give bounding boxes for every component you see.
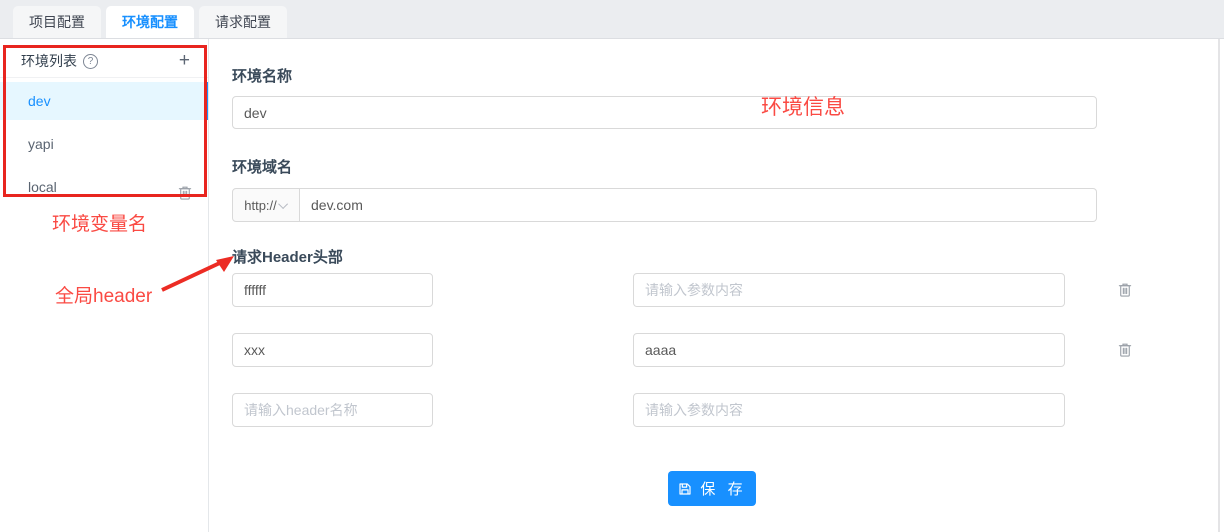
save-button-label: 保 存: [700, 478, 746, 499]
save-icon: [677, 481, 693, 497]
header-row: [210, 333, 1224, 367]
scrollbar[interactable]: [1218, 39, 1220, 532]
env-domain-group: http://: [232, 188, 1097, 222]
env-domain-input[interactable]: [300, 188, 1097, 222]
header-value-input[interactable]: [633, 333, 1065, 367]
add-environment-icon[interactable]: +: [179, 52, 190, 70]
header-row: [210, 273, 1224, 307]
env-item-label: yapi: [28, 125, 194, 163]
delete-header-row-icon[interactable]: [1116, 341, 1134, 359]
env-item-dev[interactable]: dev: [0, 82, 208, 120]
env-item-label: dev: [28, 82, 191, 120]
tab-request-config[interactable]: 请求配置: [199, 6, 287, 38]
header-row: [210, 393, 1224, 427]
tab-env-config[interactable]: 环境配置: [106, 6, 194, 38]
request-header-label: 请求Header头部: [232, 246, 343, 267]
header-name-input[interactable]: [232, 333, 433, 367]
environment-list: dev yapi local: [0, 82, 208, 211]
env-name-input[interactable]: [232, 96, 1097, 129]
environment-form: 环境信息 环境名称 环境域名 http:// 请求Header头部: [210, 39, 1224, 532]
env-item-yapi[interactable]: yapi: [0, 125, 208, 163]
protocol-select[interactable]: http://: [232, 188, 300, 222]
delete-environment-icon[interactable]: [176, 178, 194, 196]
tab-project-config[interactable]: 项目配置: [13, 6, 101, 38]
env-item-label: local: [28, 168, 176, 206]
annotation-global-header: 全局header: [55, 281, 152, 308]
protocol-value: http://: [244, 198, 277, 213]
tab-bar: 项目配置 环境配置 请求配置: [0, 0, 1224, 39]
header-name-input[interactable]: [232, 393, 433, 427]
header-value-input[interactable]: [633, 273, 1065, 307]
annotation-env-info: 环境信息: [761, 91, 845, 121]
annotation-env-var-name: 环境变量名: [52, 209, 147, 236]
environment-list-title: 环境列表: [21, 51, 77, 71]
environment-config-page: 项目配置 环境配置 请求配置 环境列表 ? + dev yapi local: [0, 0, 1224, 532]
header-name-input[interactable]: [232, 273, 433, 307]
header-value-input[interactable]: [633, 393, 1065, 427]
save-button[interactable]: 保 存: [668, 471, 756, 506]
env-item-local[interactable]: local: [0, 168, 208, 206]
chevron-down-icon: [278, 199, 288, 209]
delete-header-row-icon[interactable]: [1116, 281, 1134, 299]
env-name-label: 环境名称: [232, 65, 292, 86]
help-question-icon[interactable]: ?: [83, 54, 98, 69]
env-domain-label: 环境域名: [232, 156, 292, 177]
environment-list-header: 环境列表 ? +: [0, 45, 208, 78]
